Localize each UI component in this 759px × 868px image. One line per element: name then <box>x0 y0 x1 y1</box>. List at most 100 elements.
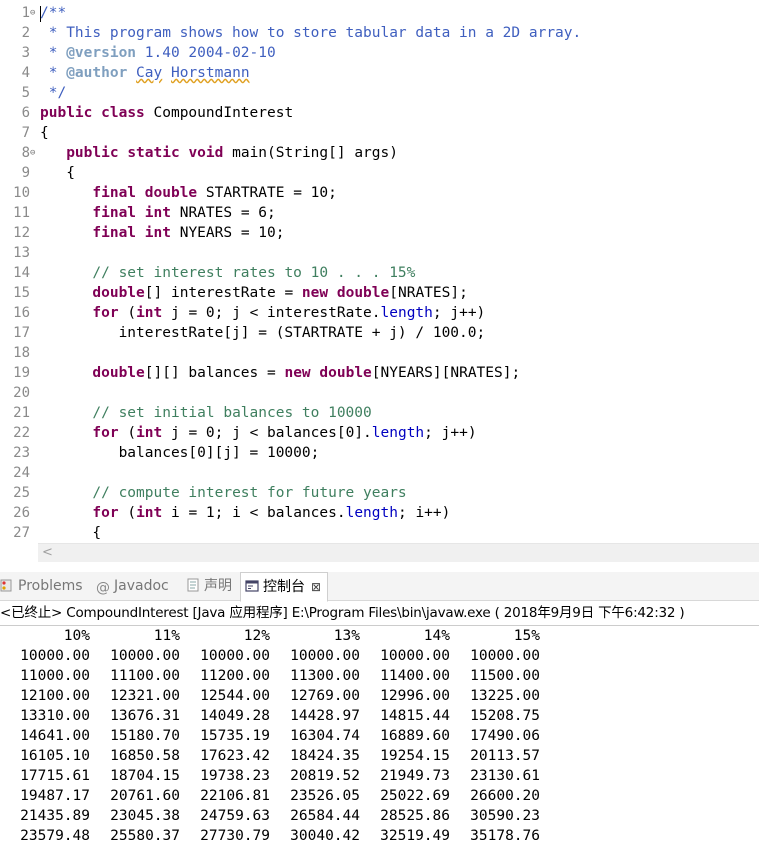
code-token: // set interest rates to 10 . . . 15% <box>92 265 416 281</box>
code-token: int <box>136 305 163 321</box>
code-token: final <box>92 205 137 221</box>
console-cell: 14428.97 <box>290 708 360 724</box>
code-token: ; i++) <box>397 505 451 521</box>
line-number: 6 <box>21 105 30 121</box>
line-number: 23 <box>13 445 30 461</box>
code-token: public <box>40 105 93 121</box>
line-number: 1 <box>21 5 30 21</box>
console-cell: 13310.00 <box>20 708 90 724</box>
console-cell: 19738.23 <box>200 768 270 784</box>
console-cell: 11200.00 <box>200 668 270 684</box>
code-token: * This program shows how to store tabula… <box>40 25 582 41</box>
code-line: public class CompoundInterest <box>40 103 293 123</box>
code-line: double[] interestRate = new double[NRATE… <box>40 283 467 303</box>
console-cell: 16889.60 <box>380 728 450 744</box>
console-cell: 26600.20 <box>470 788 540 804</box>
code-token: [] interestRate = <box>144 285 302 301</box>
console-cell: 13% <box>333 628 360 644</box>
console-cell: 19254.15 <box>380 748 450 764</box>
console-cell: 11400.00 <box>380 668 450 684</box>
code-editor[interactable]: 1 ⊖ 2 3 4 5 6 7 8 ⊖ 9 10 11 12 13 14 15 16 17 18 19 20 21 22 23 2… <box>0 0 759 543</box>
code-token: for <box>92 505 119 521</box>
code-area[interactable]: /** * This program shows how to store ta… <box>40 0 759 543</box>
console-cell: 25580.37 <box>110 828 180 844</box>
code-token: j = 0; j < balances[0]. <box>162 425 372 441</box>
console-cell: 10000.00 <box>290 648 360 664</box>
console-cell: 12544.00 <box>200 688 270 704</box>
code-token: ( <box>118 425 137 441</box>
code-line: for (int j = 0; j < interestRate.length;… <box>40 303 485 323</box>
tab-declaration[interactable]: 声明 <box>186 572 232 600</box>
code-token: public <box>66 145 119 161</box>
console-row: 16105.10 16850.58 17623.42 18424.35 19254.15… <box>0 746 759 766</box>
console-cell: 13225.00 <box>470 688 540 704</box>
console-cell: 14815.44 <box>380 708 450 724</box>
code-token: length <box>371 425 425 441</box>
console-cell: 11500.00 <box>470 668 540 684</box>
console-row: 10000.00 10000.00 10000.00 10000.00 10000.00… <box>0 646 759 666</box>
tab-problems[interactable]: Problems <box>0 572 83 600</box>
code-token: class <box>101 105 145 121</box>
code-token: /** <box>40 5 67 21</box>
console-cell: 18424.35 <box>290 748 360 764</box>
fold-collapse-icon[interactable]: ⊖ <box>30 3 35 23</box>
console-cell: 12996.00 <box>380 688 450 704</box>
code-token: NRATES = 6; <box>170 205 276 221</box>
close-icon[interactable]: ⊠ <box>311 580 321 594</box>
code-token: // set initial balances to 10000 <box>92 405 372 421</box>
editor-horizontal-scrollbar[interactable]: < <box>38 543 759 562</box>
console-cell: 11300.00 <box>290 668 360 684</box>
console-cell: 23130.61 <box>470 768 540 784</box>
console-cell: 12% <box>243 628 270 644</box>
console-output[interactable]: 10% 11% 12% 13% 14% 15% 10000.00 10000.00 10000.… <box>0 626 759 868</box>
code-token: ; j++) <box>432 305 486 321</box>
console-cell: 22106.81 <box>200 788 270 804</box>
console-cell: 15208.75 <box>470 708 540 724</box>
line-number: 11 <box>13 205 30 221</box>
code-line: */ <box>40 83 66 103</box>
line-number: 21 <box>13 405 30 421</box>
tab-label: 声明 <box>204 578 232 594</box>
console-cell: 12769.00 <box>290 688 360 704</box>
code-line: final int NRATES = 6; <box>40 203 276 223</box>
code-token: balances[0][j] = 10000; <box>40 445 320 461</box>
code-token: * <box>40 65 67 81</box>
code-token: i = 1; i < balances. <box>162 505 346 521</box>
tab-console[interactable]: 控制台 ⊠ <box>240 572 329 602</box>
text-cursor <box>40 6 41 22</box>
scroll-left-icon[interactable]: < <box>42 544 53 562</box>
code-token: { <box>40 525 102 541</box>
tab-javadoc[interactable]: @ Javadoc <box>96 572 169 600</box>
console-cell: 26584.44 <box>290 808 360 824</box>
code-token: interestRate[j] = (STARTRATE + j) / 100.… <box>40 325 486 341</box>
console-cell: 13676.31 <box>110 708 180 724</box>
code-token: int <box>144 225 171 241</box>
code-token: @author <box>66 65 128 81</box>
console-cell: 14641.00 <box>20 728 90 744</box>
fold-collapse-icon[interactable]: ⊖ <box>30 143 35 163</box>
console-cell: 10000.00 <box>110 648 180 664</box>
console-cell: 27730.79 <box>200 828 270 844</box>
console-cell: 16105.10 <box>20 748 90 764</box>
console-cell: 10000.00 <box>20 648 90 664</box>
code-token: for <box>92 305 119 321</box>
console-row: 13310.00 13676.31 14049.28 14428.97 14815.44… <box>0 706 759 726</box>
console-cell: 15180.70 <box>110 728 180 744</box>
console-row: 17715.61 18704.15 19738.23 20819.52 21949.73… <box>0 766 759 786</box>
code-line: { <box>40 163 75 183</box>
console-cell: 16304.74 <box>290 728 360 744</box>
line-number: 14 <box>13 265 30 281</box>
console-cell: 21435.89 <box>20 808 90 824</box>
line-number: 9 <box>21 165 30 181</box>
line-number: 16 <box>13 305 30 321</box>
code-token: new <box>301 285 329 301</box>
code-line: final int NYEARS = 10; <box>40 223 284 243</box>
